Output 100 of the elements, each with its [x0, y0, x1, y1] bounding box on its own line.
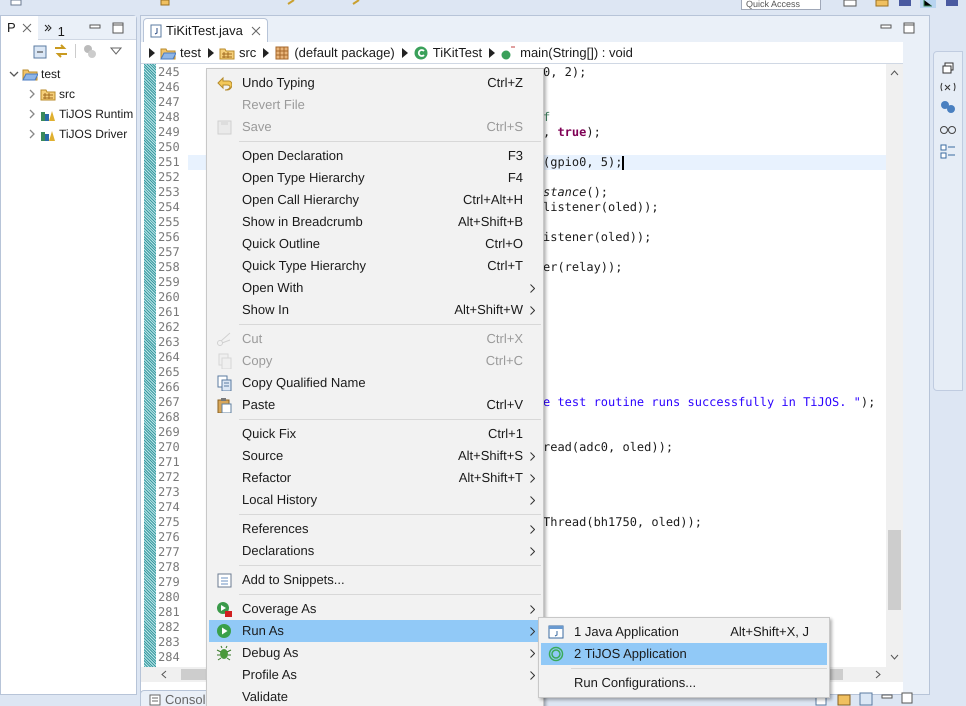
- scroll-left-icon: [161, 670, 167, 679]
- line-number: 283: [157, 635, 181, 650]
- line-number: 264: [157, 350, 181, 365]
- line-number: 262: [157, 320, 181, 335]
- menu-item[interactable]: Add to Snippets...: [209, 569, 541, 591]
- line-number: 249: [157, 125, 181, 140]
- menu-item[interactable]: Open Call Hierarchy Ctrl+Alt+H: [209, 189, 541, 211]
- menu-item[interactable]: Debug As: [209, 642, 541, 664]
- line-number: 274: [157, 500, 181, 515]
- perspective-icon: [920, 0, 936, 8]
- line-number: 271: [157, 455, 181, 470]
- line-number: 269: [157, 425, 181, 440]
- breadcrumb-item[interactable]: test: [160, 42, 201, 62]
- toolbar-icon: [10, 0, 22, 6]
- breakpoints-icon: [940, 100, 956, 114]
- collapse-all-icon: [31, 43, 47, 59]
- menu-item[interactable]: Show in Breadcrumb Alt+Shift+B: [209, 211, 541, 233]
- menu-item[interactable]: 1 Java Application Alt+Shift+X, J: [541, 621, 827, 643]
- menu-item[interactable]: Run Configurations...: [541, 672, 827, 694]
- menu-item[interactable]: 2 TiJOS Application: [541, 643, 827, 665]
- menu-item[interactable]: Local History: [209, 489, 541, 511]
- tree-item[interactable]: test: [41, 65, 60, 83]
- code-line: read(adc0, oled));: [543, 440, 674, 455]
- menu-item[interactable]: Run As: [209, 620, 541, 642]
- line-number: 261: [157, 305, 181, 320]
- arrow-right-icon: [263, 48, 270, 58]
- line-number: 255: [157, 215, 181, 230]
- code-line: istener(oled));: [543, 230, 652, 245]
- line-number: 257: [157, 245, 181, 260]
- menu-item[interactable]: Open With: [209, 277, 541, 299]
- menu-item[interactable]: Open Declaration F3: [209, 145, 541, 167]
- line-number: 266: [157, 380, 181, 395]
- line-number: 268: [157, 410, 181, 425]
- line-number: 247: [157, 95, 181, 110]
- ring-icon: [548, 646, 564, 662]
- perspective-icon: [898, 0, 912, 7]
- line-number: 251: [157, 155, 181, 170]
- line-number: 280: [157, 590, 181, 605]
- line-number: 273: [157, 485, 181, 500]
- run-icon: [216, 623, 232, 639]
- breadcrumb-item[interactable]: (default package): [274, 42, 395, 62]
- view-tab[interactable]: 1: [38, 16, 71, 40]
- menu-item[interactable]: Refactor Alt+Shift+T: [209, 467, 541, 489]
- menu-item[interactable]: Open Type Hierarchy F4: [209, 167, 541, 189]
- breadcrumb-item[interactable]: TiKitTest: [412, 42, 482, 62]
- line-number: 248: [157, 110, 181, 125]
- close-icon: [22, 22, 32, 32]
- arrow-right-icon: [402, 48, 408, 58]
- menu-item[interactable]: Copy Qualified Name: [209, 372, 541, 394]
- menu-item[interactable]: Quick Outline Ctrl+O: [209, 233, 541, 255]
- arrow-right-icon: [149, 48, 155, 58]
- console-icon: [149, 694, 161, 706]
- menu-item[interactable]: Profile As: [209, 664, 541, 686]
- restore-icon: [942, 62, 954, 74]
- menu-item[interactable]: Show In Alt+Shift+W: [209, 299, 541, 321]
- code-line: f: [543, 110, 550, 125]
- breadcrumb-item[interactable]: src: [218, 42, 256, 62]
- link-arrows-icon: [53, 43, 69, 59]
- view-menu-icon: [110, 47, 122, 55]
- menu-item[interactable]: Paste Ctrl+V: [209, 394, 541, 416]
- scissors-icon: [216, 331, 232, 347]
- menu-item[interactable]: Quick Type Hierarchy Ctrl+T: [209, 255, 541, 277]
- line-number: 270: [157, 440, 181, 455]
- code-line: Thread(bh1750, oled));: [543, 515, 702, 530]
- arrow-right-icon: [489, 48, 496, 58]
- tree-item[interactable]: TiJOS Runtim: [59, 105, 134, 123]
- menu-item[interactable]: Source Alt+Shift+S: [209, 445, 541, 467]
- editor-tab[interactable]: TiKitTest.java: [143, 18, 268, 42]
- menu-item[interactable]: Quick Fix Ctrl+1: [209, 423, 541, 445]
- code-line: er(relay));: [543, 260, 622, 275]
- menu-item[interactable]: References: [209, 518, 541, 540]
- scrollbar-thumb[interactable]: [888, 530, 901, 610]
- line-number: 260: [157, 290, 181, 305]
- scroll-down-icon: [890, 654, 899, 660]
- line-number: 254: [157, 200, 181, 215]
- menu-item[interactable]: Validate: [209, 686, 541, 706]
- line-number: 250: [157, 140, 181, 155]
- view-tab[interactable]: P: [1, 16, 38, 40]
- line-number: 281: [157, 605, 181, 620]
- code-line: 0, 2);: [543, 65, 586, 80]
- perspective-icon: [875, 0, 889, 7]
- tree-item[interactable]: src: [59, 85, 75, 103]
- tree-item[interactable]: TiJOS Driver: [59, 125, 128, 143]
- line-number: 263: [157, 335, 181, 350]
- menu-item[interactable]: Coverage As: [209, 598, 541, 620]
- text-cursor: [622, 156, 624, 170]
- class-icon: [412, 44, 429, 60]
- menu-item[interactable]: Declarations: [209, 540, 541, 562]
- run-coverage-icon: [216, 601, 232, 617]
- code-line: stance();: [543, 185, 608, 200]
- arrow-right-icon: [208, 48, 214, 58]
- code-line: , true);: [543, 125, 601, 140]
- gears-icon: [82, 43, 98, 59]
- clipboard-icon: [216, 397, 232, 413]
- breadcrumb-item[interactable]: main(String[]) : void: [500, 42, 633, 62]
- line-number: 253: [157, 185, 181, 200]
- menu-item[interactable]: Undo Typing Ctrl+Z: [209, 72, 541, 94]
- quick-access-field[interactable]: Quick Access: [741, 0, 821, 10]
- toolbar-icon: [160, 0, 170, 6]
- vertical-scrollbar[interactable]: [886, 64, 903, 667]
